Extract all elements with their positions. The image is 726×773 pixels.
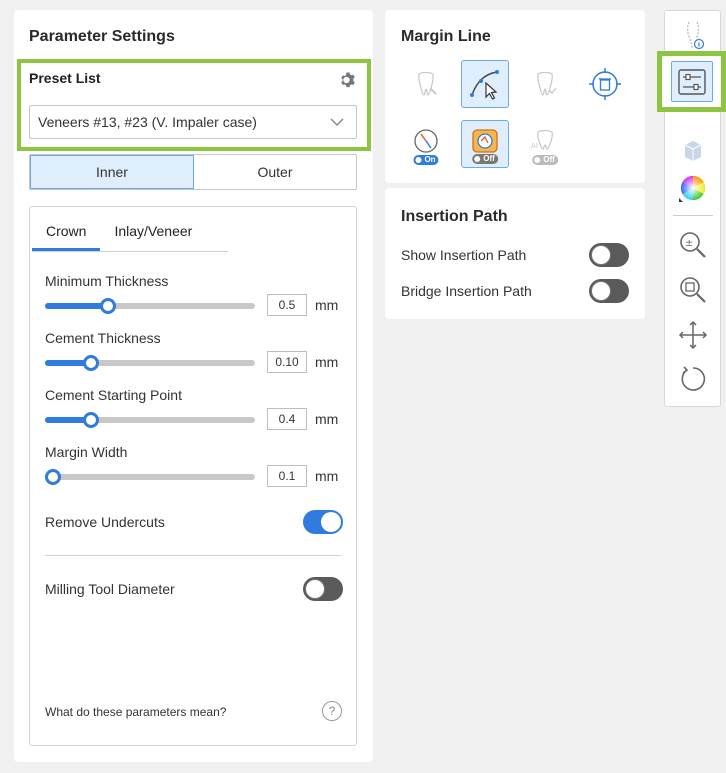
target-delete-tool[interactable]: [581, 60, 629, 108]
color-wheel-button[interactable]: [671, 168, 715, 208]
svg-text:AI: AI: [531, 142, 538, 150]
tab-crown[interactable]: Crown: [32, 219, 101, 251]
milling-tool-row: Milling Tool Diameter: [45, 577, 343, 603]
question-icon[interactable]: ?: [322, 701, 342, 721]
show-insertion-path-toggle[interactable]: [589, 243, 629, 267]
zoom-fit-button[interactable]: ±: [671, 225, 715, 265]
svg-text:±: ±: [685, 238, 693, 249]
tooth-auto-tool[interactable]: [521, 60, 569, 108]
param-minimum-thickness: Minimum Thickness 0.5 mm: [45, 273, 345, 323]
param-label: Cement Starting Point: [45, 387, 182, 403]
bridge-insertion-path-row: Bridge Insertion Path: [401, 279, 629, 305]
param-label: Minimum Thickness: [45, 273, 169, 289]
slider-handle[interactable]: [100, 298, 116, 314]
rotate-button[interactable]: [671, 359, 715, 399]
preset-list-section: Preset List Veneers #13, #23 (V. Impaler…: [17, 59, 371, 151]
minimum-thickness-slider[interactable]: [45, 298, 255, 314]
slider-fill: [45, 303, 108, 309]
color-wheel-icon: [679, 176, 706, 202]
compass-tool[interactable]: On: [402, 120, 450, 168]
tooth-info-icon: [686, 21, 705, 50]
cube-view-icon: [684, 141, 702, 161]
toolbar-divider: [673, 215, 713, 216]
remove-undercuts-toggle[interactable]: [303, 510, 343, 534]
toggle-knob: [591, 281, 611, 301]
margin-width-input[interactable]: 0.1: [267, 465, 307, 487]
preset-select-value: Veneers #13, #23 (V. Impaler case): [38, 114, 257, 130]
remove-undercuts-row: Remove Undercuts: [45, 510, 343, 536]
preset-select[interactable]: Veneers #13, #23 (V. Impaler case): [29, 105, 357, 139]
cement-thickness-input[interactable]: 0.10: [267, 351, 307, 373]
cube-view-button[interactable]: [671, 131, 715, 171]
parameter-settings-icon: [678, 68, 706, 95]
unit-label: mm: [315, 411, 339, 427]
parameter-card: Crown Inlay/Veneer Minimum Thickness 0.5…: [29, 206, 357, 746]
rotate-icon: [681, 366, 706, 391]
tooth-auto-icon: [537, 71, 557, 96]
zoom-search-button[interactable]: [671, 270, 715, 310]
zoom-fit-icon: ±: [680, 232, 706, 258]
tooth-brush-icon: [418, 71, 437, 96]
chevron-down-icon: [330, 118, 344, 127]
unit-label: mm: [315, 297, 339, 313]
slider-handle[interactable]: [83, 355, 100, 371]
sub-tabs: Crown Inlay/Veneer: [32, 219, 228, 252]
curve-pointer-tool[interactable]: [461, 60, 509, 108]
map-view-tool[interactable]: Off: [461, 120, 509, 168]
toggle-knob: [591, 245, 611, 265]
divider: [45, 555, 341, 556]
toggle-knob: [321, 512, 341, 532]
margin-line-panel: Margin Line On Off AI Off: [385, 10, 645, 183]
show-insertion-path-label: Show Insertion Path: [401, 247, 527, 263]
milling-tool-toggle[interactable]: [303, 577, 343, 601]
bridge-insertion-path-label: Bridge Insertion Path: [401, 283, 532, 299]
tab-inner[interactable]: Inner: [30, 155, 194, 189]
preset-list-label: Preset List: [29, 70, 101, 86]
parameter-settings-button[interactable]: [671, 61, 713, 102]
cement-starting-point-slider[interactable]: [45, 412, 255, 428]
status-badge: On: [413, 155, 439, 165]
pan-icon: [678, 320, 708, 350]
status-badge: Off: [532, 155, 558, 165]
tab-outer[interactable]: Outer: [194, 155, 356, 189]
panel-title: Insertion Path: [401, 208, 508, 225]
remove-undercuts-label: Remove Undercuts: [45, 514, 165, 530]
cement-starting-point-input[interactable]: 0.4: [267, 408, 307, 430]
bridge-insertion-path-toggle[interactable]: [589, 279, 629, 303]
parameter-settings-panel: Parameter Settings Preset List Veneers #…: [14, 10, 373, 762]
minimum-thickness-input[interactable]: 0.5: [267, 294, 307, 316]
param-margin-width: Margin Width 0.1 mm: [45, 444, 345, 494]
param-label: Cement Thickness: [45, 330, 161, 346]
inner-outer-tabs: Inner Outer: [29, 154, 357, 190]
unit-label: mm: [315, 468, 339, 484]
tab-inlay-veneer[interactable]: Inlay/Veneer: [100, 219, 206, 251]
show-insertion-path-row: Show Insertion Path: [401, 243, 629, 269]
param-cement-thickness: Cement Thickness 0.10 mm: [45, 330, 345, 380]
curve-pointer-icon: [470, 70, 499, 100]
slider-handle[interactable]: [83, 412, 100, 428]
cement-thickness-slider[interactable]: [45, 355, 255, 371]
param-label: Margin Width: [45, 444, 128, 460]
zoom-search-icon: [680, 277, 706, 303]
parameter-settings-highlight: [657, 51, 726, 112]
toggle-knob: [305, 579, 325, 599]
param-cement-starting-point: Cement Starting Point 0.4 mm: [45, 387, 345, 437]
margin-width-slider[interactable]: [45, 469, 255, 485]
target-delete-icon: [589, 68, 621, 100]
slider-handle[interactable]: [45, 469, 62, 485]
gear-icon[interactable]: [339, 71, 357, 89]
tooth-info-button[interactable]: [671, 15, 715, 55]
milling-tool-label: Milling Tool Diameter: [45, 581, 175, 597]
insertion-path-panel: Insertion Path Show Insertion Path Bridg…: [385, 188, 645, 319]
tooth-brush-tool[interactable]: [402, 60, 450, 108]
panel-title: Parameter Settings: [29, 28, 175, 45]
help-link[interactable]: What do these parameters mean?: [45, 705, 226, 719]
panel-title: Margin Line: [401, 28, 491, 45]
status-badge: Off: [472, 154, 498, 164]
unit-label: mm: [315, 354, 339, 370]
pan-button[interactable]: [671, 315, 715, 355]
tooth-ai-tool[interactable]: AI Off: [521, 120, 569, 168]
